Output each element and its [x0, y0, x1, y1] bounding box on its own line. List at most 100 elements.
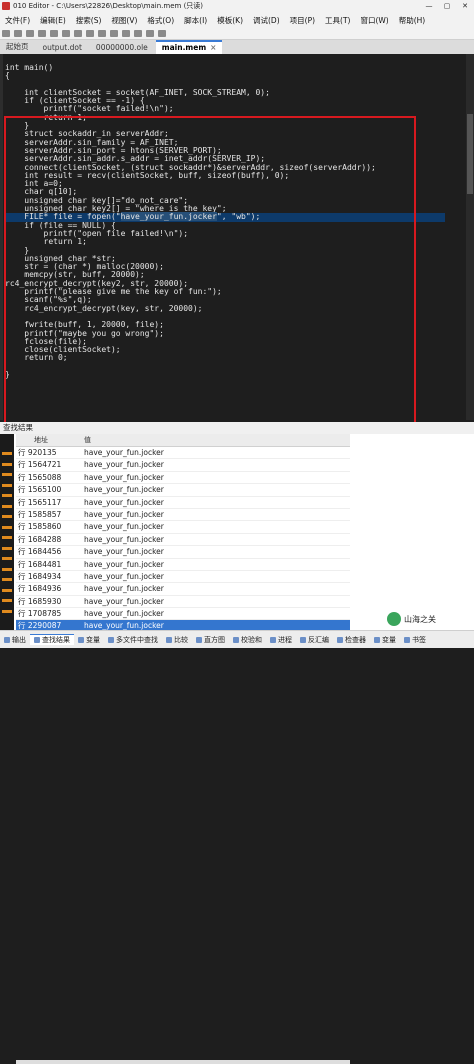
maximize-button[interactable]: ▢ [438, 2, 456, 10]
menu-edit[interactable]: 编辑(E) [35, 15, 71, 26]
tab-disassembly[interactable]: 反汇编 [296, 635, 333, 645]
minimize-button[interactable]: — [420, 2, 438, 10]
save-icon[interactable] [26, 30, 34, 37]
menu-tools[interactable]: 工具(T) [320, 15, 355, 26]
menu-project[interactable]: 项目(P) [285, 15, 320, 26]
bookmarks-icon [404, 636, 410, 643]
menu-format[interactable]: 格式(O) [142, 15, 179, 26]
result-value: have_your_fun.jocker [84, 522, 164, 532]
result-marker [2, 462, 12, 466]
result-address: 行 1585857 [18, 509, 62, 519]
result-address: 行 1585860 [18, 522, 62, 532]
column-value[interactable]: 值 [78, 434, 91, 446]
run-script-icon[interactable] [146, 30, 154, 37]
menu-file[interactable]: 文件(F) [0, 15, 35, 26]
scrollbar-thumb[interactable] [467, 114, 473, 194]
output-icon [4, 636, 10, 643]
menu-script[interactable]: 脚本(I) [179, 15, 212, 26]
table-row[interactable]: 行 920135 have_your_fun.jocker [16, 447, 350, 460]
code-view[interactable]: int main(){ int clientSocket = socket(AF… [5, 63, 445, 379]
tab-find-in-files[interactable]: 多文件中查找 [104, 635, 162, 645]
table-row[interactable]: 行 1685930 have_your_fun.jocker [16, 596, 350, 609]
table-row[interactable]: 行 1565117 have_your_fun.jocker [16, 497, 350, 509]
result-marker [2, 578, 12, 581]
save-all-icon[interactable] [38, 30, 46, 37]
result-marker [2, 473, 12, 476]
results-overview-strip[interactable] [0, 434, 14, 630]
table-row[interactable]: 行 1708785 have_your_fun.jocker [16, 608, 350, 621]
result-marker [2, 525, 12, 529]
table-row[interactable]: 行 1565088 have_your_fun.jocker [16, 472, 350, 485]
code-line[interactable]: int main() [5, 63, 445, 72]
open-file-icon[interactable] [14, 30, 22, 37]
table-row[interactable]: 行 1565100 have_your_fun.jocker [16, 484, 350, 497]
results-horizontal-scrollbar[interactable] [16, 1060, 350, 1064]
result-address: 行 1684456 [18, 547, 62, 557]
tab-find-results-label: 查找结果 [42, 636, 70, 644]
paste-icon[interactable] [74, 30, 82, 37]
tab-checksum[interactable]: 校验和 [229, 635, 266, 645]
table-row[interactable]: 行 1684288 have_your_fun.jocker [16, 534, 350, 547]
tab-ole[interactable]: 00000000.ole [90, 42, 154, 54]
inspector-icon [337, 636, 343, 643]
goto-icon[interactable] [134, 30, 142, 37]
close-button[interactable]: ✕ [456, 2, 474, 10]
code-line[interactable]: int result = recv(clientSocket, buff, si… [5, 171, 445, 180]
table-row[interactable]: 行 1684456 have_your_fun.jocker [16, 546, 350, 559]
redo-icon[interactable] [98, 30, 106, 37]
undo-icon[interactable] [86, 30, 94, 37]
tab-output[interactable]: 输出 [0, 635, 30, 645]
tab-variables[interactable]: 变量 [74, 635, 104, 645]
table-row[interactable]: 行 1684481 have_your_fun.jocker [16, 559, 350, 571]
table-row[interactable]: 行 1585857 have_your_fun.jocker [16, 509, 350, 522]
watermark-text: 山海之关 [404, 614, 436, 624]
menu-view[interactable]: 视图(V) [106, 15, 142, 26]
code-line[interactable] [5, 363, 445, 371]
tab-find-results[interactable]: 查找结果 [30, 634, 74, 645]
find-results-title: 查找结果 [0, 422, 474, 434]
code-text: FILE* file = fopen(" [5, 212, 121, 222]
code-line[interactable]: rc4_encrypt_decrypt(key, str, 20000); [5, 304, 445, 313]
menu-debug[interactable]: 调试(D) [248, 15, 285, 26]
result-address: 行 1684288 [18, 534, 62, 544]
tab-output-dot[interactable]: output.dot [37, 42, 88, 54]
file-tabs: 起始页 output.dot 00000000.ole main.mem × [0, 40, 474, 54]
tab-compare[interactable]: 比较 [162, 635, 192, 645]
tab-start-page[interactable]: 起始页 [0, 40, 35, 54]
text-editor[interactable]: int main(){ int clientSocket = socket(AF… [0, 54, 474, 464]
table-row[interactable]: 行 1684936 have_your_fun.jocker [16, 583, 350, 596]
tab-histogram[interactable]: 直方图 [192, 635, 229, 645]
menu-window[interactable]: 窗口(W) [355, 15, 393, 26]
table-row[interactable]: 行 1564721 have_your_fun.jocker [16, 459, 350, 472]
search-match-highlight: have_your_fun.jocker [120, 212, 217, 222]
replace-icon[interactable] [122, 30, 130, 37]
result-address: 行 1564721 [18, 460, 62, 470]
tab-process[interactable]: 进程 [266, 635, 296, 645]
new-file-icon[interactable] [2, 30, 10, 37]
tab-bookmarks[interactable]: 书签 [400, 635, 430, 645]
menu-search[interactable]: 搜索(S) [71, 15, 107, 26]
find-icon[interactable] [110, 30, 118, 37]
code-line[interactable]: } [5, 370, 445, 379]
code-line[interactable]: return 1; [5, 113, 445, 122]
tab-inspector-label: 检查器 [345, 635, 366, 644]
tab-main-mem[interactable]: main.mem × [155, 40, 223, 54]
column-address[interactable]: 地址 [16, 434, 78, 446]
close-tab-icon[interactable]: × [210, 43, 216, 52]
find-results-panel: 地址 值 行 920135 have_your_fun.jocker 行 15647… [0, 434, 474, 1064]
editor-vertical-scrollbar[interactable] [466, 54, 474, 420]
result-value: have_your_fun.jocker [84, 448, 164, 457]
code-line[interactable]: return 0; [5, 354, 445, 363]
tab-variables-2[interactable]: 变量 [370, 635, 400, 645]
menu-help[interactable]: 帮助(H) [394, 15, 431, 26]
tab-inspector[interactable]: 检查器 [333, 635, 370, 645]
code-line[interactable]: close(clientSocket); [5, 345, 445, 354]
code-line[interactable]: return 1; [5, 237, 445, 246]
run-template-icon[interactable] [158, 30, 166, 37]
table-row[interactable]: 行 1585860 have_your_fun.jocker [16, 521, 350, 534]
menu-template[interactable]: 模板(K) [212, 15, 248, 26]
code-line[interactable]: { [5, 71, 445, 80]
cut-icon[interactable] [50, 30, 58, 37]
table-row[interactable]: 行 1684934 have_your_fun.jocker [16, 571, 350, 584]
copy-icon[interactable] [62, 30, 70, 37]
